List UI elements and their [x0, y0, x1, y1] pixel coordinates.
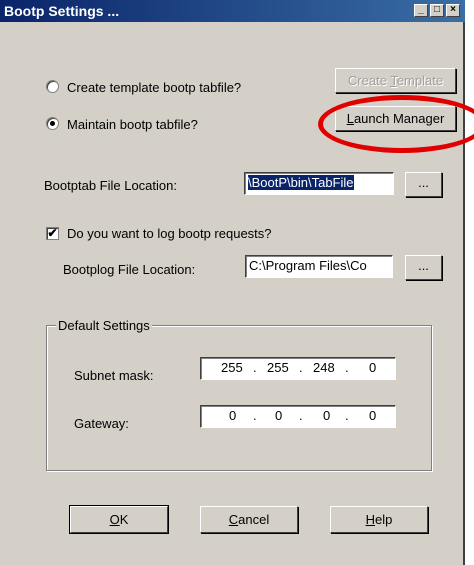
browse-bootplog-button[interactable]: ... [405, 255, 442, 280]
subnet-octet-1[interactable]: 255 [221, 360, 243, 375]
browse-bootptab-button[interactable]: ... [405, 172, 442, 197]
help-button[interactable]: Help [330, 506, 428, 533]
gateway-octet-3[interactable]: 0 [323, 408, 330, 423]
bootptab-label: Bootptab File Location: [44, 178, 177, 193]
maintain-tabfile-label: Maintain bootp tabfile? [67, 117, 198, 132]
subnet-dot-1: . [253, 360, 257, 375]
ok-mnemonic: O [109, 512, 120, 527]
bootplog-input[interactable]: C:\Program Files\Co [245, 255, 393, 278]
create-template-radio[interactable] [46, 80, 59, 93]
default-settings-group [46, 325, 432, 471]
subnet-mask-label: Subnet mask: [74, 368, 154, 383]
subnet-octet-4[interactable]: 0 [369, 360, 376, 375]
gateway-dot-3: . [345, 408, 349, 423]
help-mnemonic: H [365, 512, 376, 527]
create-template-text-a: Create [347, 73, 391, 88]
annotation-highlight-circle [318, 95, 474, 153]
default-settings-title: Default Settings [56, 318, 152, 333]
subnet-octet-2[interactable]: 255 [267, 360, 289, 375]
gateway-octet-1[interactable]: 0 [229, 408, 236, 423]
radio-selected-dot [50, 121, 55, 126]
ok-button[interactable]: OK [69, 505, 169, 534]
gateway-octet-4[interactable]: 0 [369, 408, 376, 423]
gateway-label: Gateway: [74, 416, 129, 431]
bootplog-value: C:\Program Files\Co [249, 258, 367, 273]
gateway-input[interactable]: 0 . 0 . 0 . 0 [200, 405, 396, 428]
title-bar[interactable]: Bootp Settings ... _ □ × [0, 0, 465, 22]
log-requests-checkbox[interactable]: ✔ [46, 227, 59, 240]
subnet-dot-3: . [345, 360, 349, 375]
cancel-text: ancel [238, 512, 270, 527]
create-template-button[interactable]: Create Template [335, 68, 456, 93]
bootp-settings-dialog: Bootp Settings ... _ □ × Create template… [0, 0, 465, 565]
window-title: Bootp Settings ... [4, 3, 120, 19]
minimize-icon[interactable]: _ [414, 4, 428, 17]
cancel-button[interactable]: Cancel [200, 506, 298, 533]
log-requests-label: Do you want to log bootp requests? [67, 226, 272, 241]
subnet-dot-2: . [299, 360, 303, 375]
gateway-octet-2[interactable]: 0 [275, 408, 282, 423]
maintain-tabfile-radio[interactable] [46, 117, 59, 130]
subnet-octet-3[interactable]: 248 [313, 360, 335, 375]
bootplog-label: Bootplog File Location: [63, 262, 196, 277]
ok-text: K [119, 512, 129, 527]
cancel-mnemonic: C [228, 512, 239, 527]
maximize-icon[interactable]: □ [430, 4, 444, 17]
create-template-text-b: emplate [396, 73, 444, 88]
bootptab-value: \BootP\bin\TabFile [248, 175, 354, 190]
help-text: elp [375, 512, 393, 527]
gateway-dot-2: . [299, 408, 303, 423]
gateway-dot-1: . [253, 408, 257, 423]
create-template-label: Create template bootp tabfile? [67, 80, 242, 95]
bootptab-input[interactable]: \BootP\bin\TabFile [244, 172, 394, 195]
close-icon[interactable]: × [446, 4, 460, 17]
subnet-mask-input[interactable]: 255 . 255 . 248 . 0 [200, 357, 396, 380]
